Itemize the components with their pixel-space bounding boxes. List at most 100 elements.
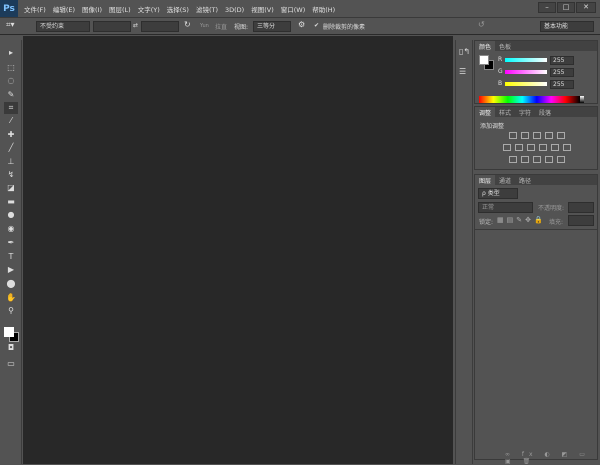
width-input[interactable] (93, 21, 131, 32)
zoom-tool-icon[interactable]: ⚲ (4, 305, 18, 317)
settings-gear-icon[interactable]: ⚙ (298, 20, 305, 29)
adjustment-icon[interactable] (509, 156, 517, 163)
foreground-color[interactable] (4, 327, 14, 337)
swap-icon[interactable]: ⇄ (133, 22, 138, 29)
adjustments-panel: 调整 样式 字符 段落 添加调整 (474, 106, 598, 170)
menu-item[interactable]: 选择(S) (167, 6, 189, 14)
adjustment-icon[interactable] (557, 156, 565, 163)
history-icon[interactable]: ▯↰ (459, 47, 470, 56)
adjustment-icon[interactable] (533, 156, 541, 163)
adjustment-icon[interactable] (533, 132, 541, 139)
g-channel-label: G (498, 68, 503, 75)
lasso-tool-icon[interactable]: ◌ (4, 75, 18, 87)
workspace-select[interactable]: 基本功能 (540, 21, 594, 32)
adjustment-icon[interactable] (563, 144, 571, 151)
adjustment-icon[interactable] (545, 156, 553, 163)
move-tool-icon[interactable]: ▸ (4, 47, 18, 59)
menu-item[interactable]: 图层(L) (109, 6, 131, 14)
b-slider[interactable] (505, 82, 547, 86)
delete-cropped-checkbox[interactable]: ✔ (314, 22, 319, 29)
close-button[interactable]: ✕ (576, 2, 596, 13)
menu-item[interactable]: 图像(I) (82, 6, 102, 14)
gradient-tool-icon[interactable]: ▬ (4, 196, 18, 208)
fill-input[interactable] (568, 215, 594, 226)
adjustment-icon[interactable] (521, 156, 529, 163)
shape-tool-icon[interactable]: ⬤ (4, 278, 18, 290)
adjust-tab-2[interactable]: 字符 (515, 107, 535, 117)
history-brush-tool-icon[interactable]: ↯ (4, 169, 18, 181)
ratio-select[interactable]: 不受约束 (36, 21, 90, 32)
color-spectrum-ramp[interactable] (479, 96, 580, 103)
tab-color[interactable]: 颜色 (475, 41, 496, 51)
canvas-area[interactable] (23, 36, 453, 464)
menu-item[interactable]: 窗口(W) (281, 6, 306, 14)
menu-item[interactable]: 视图(V) (251, 6, 274, 14)
marquee-tool-icon[interactable]: ⬚ (4, 62, 18, 74)
straighten-button[interactable]: 拉直 (215, 22, 227, 31)
hand-tool-icon[interactable]: ✋ (4, 292, 18, 304)
opacity-label: 不透明度: (538, 205, 565, 212)
quick-mask-icon[interactable]: ◘ (4, 342, 18, 354)
stamp-tool-icon[interactable]: ⊥ (4, 156, 18, 168)
layer-footer-icons[interactable]: ∞ fx ◐ ◩ ▭ ▣ 🗑 (505, 451, 597, 465)
properties-icon[interactable]: ☰ (459, 67, 466, 76)
g-value-input[interactable]: 255 (550, 68, 574, 77)
b-value-input[interactable]: 255 (550, 80, 574, 89)
crop-tool-icon[interactable]: ⌗▾ (6, 20, 15, 30)
r-slider[interactable] (505, 58, 547, 62)
menu-item[interactable]: 帮助(H) (312, 6, 335, 14)
eraser-tool-icon[interactable]: ◪ (4, 182, 18, 194)
eyedropper-tool-icon[interactable]: ⁄ (4, 115, 18, 127)
view-select[interactable]: 三等分 (253, 21, 291, 32)
r-value-input[interactable]: 255 (550, 56, 574, 65)
r-channel-label: R (498, 56, 503, 63)
screen-mode-icon[interactable]: ▭ (4, 358, 18, 370)
menu-item[interactable]: 3D(D) (225, 6, 244, 14)
menu-item[interactable]: 文件(F) (24, 6, 46, 14)
path-select-tool-icon[interactable]: ▶ (4, 264, 18, 276)
menu-bar: Ps 文件(F) 编辑(E) 图像(I) 图层(L) 文字(Y) 选择(S) 滤镜(T) 3D… (0, 0, 600, 17)
foreground-color-swatch[interactable] (479, 55, 489, 65)
quick-select-tool-icon[interactable]: ✎ (4, 89, 18, 101)
layers-tab-0[interactable]: 图层 (475, 175, 496, 185)
adjustment-icon[interactable] (527, 144, 535, 151)
height-input[interactable] (141, 21, 179, 32)
tab-swatches[interactable]: 色板 (495, 41, 515, 51)
adjustment-icon[interactable] (557, 132, 565, 139)
menu-item[interactable]: 编辑(E) (53, 6, 75, 14)
dodge-tool-icon[interactable]: ◉ (4, 223, 18, 235)
g-slider[interactable] (505, 70, 547, 74)
type-tool-icon[interactable]: T (4, 251, 18, 263)
adjustment-icon[interactable] (521, 132, 529, 139)
blend-mode-select[interactable]: 正常 (478, 202, 533, 213)
brush-tool-icon[interactable]: ╱ (4, 142, 18, 154)
layers-tab-1[interactable]: 通道 (495, 175, 515, 185)
rotate-icon[interactable]: ↻ (184, 20, 191, 29)
menu-item[interactable]: 文字(Y) (138, 6, 160, 14)
lock-icons[interactable]: ▦▤✎✥🔒 (497, 216, 546, 224)
layer-filter-select[interactable]: ρ 类型 (478, 188, 518, 199)
layers-tab-2[interactable]: 路径 (515, 175, 535, 185)
opacity-input[interactable] (568, 202, 594, 213)
adjustment-icon[interactable] (545, 132, 553, 139)
minimize-button[interactable]: – (538, 2, 556, 13)
reset-icon[interactable]: ↺ (478, 20, 485, 29)
adjustment-icon[interactable] (515, 144, 523, 151)
black-white-ramp[interactable] (580, 96, 584, 103)
straighten-icon[interactable]: Yun (200, 23, 209, 29)
adjust-tab-0[interactable]: 调整 (475, 107, 496, 117)
restore-button[interactable]: □ (557, 2, 575, 13)
crop-tool-icon[interactable]: ⌗ (4, 102, 18, 114)
adjust-tab-3[interactable]: 段落 (535, 107, 555, 117)
menu-item[interactable]: 滤镜(T) (196, 6, 218, 14)
add-adjustment-label: 添加调整 (480, 123, 505, 130)
adjustment-icon[interactable] (503, 144, 511, 151)
pen-tool-icon[interactable]: ✒ (4, 237, 18, 249)
adjustment-icon[interactable] (509, 132, 517, 139)
healing-tool-icon[interactable]: ✚ (4, 129, 18, 141)
adjustment-icon[interactable] (539, 144, 547, 151)
blur-tool-icon[interactable]: ● (4, 209, 18, 221)
adjust-tab-1[interactable]: 样式 (495, 107, 515, 117)
lock-label: 锁定: (479, 219, 494, 226)
adjustment-icon[interactable] (551, 144, 559, 151)
